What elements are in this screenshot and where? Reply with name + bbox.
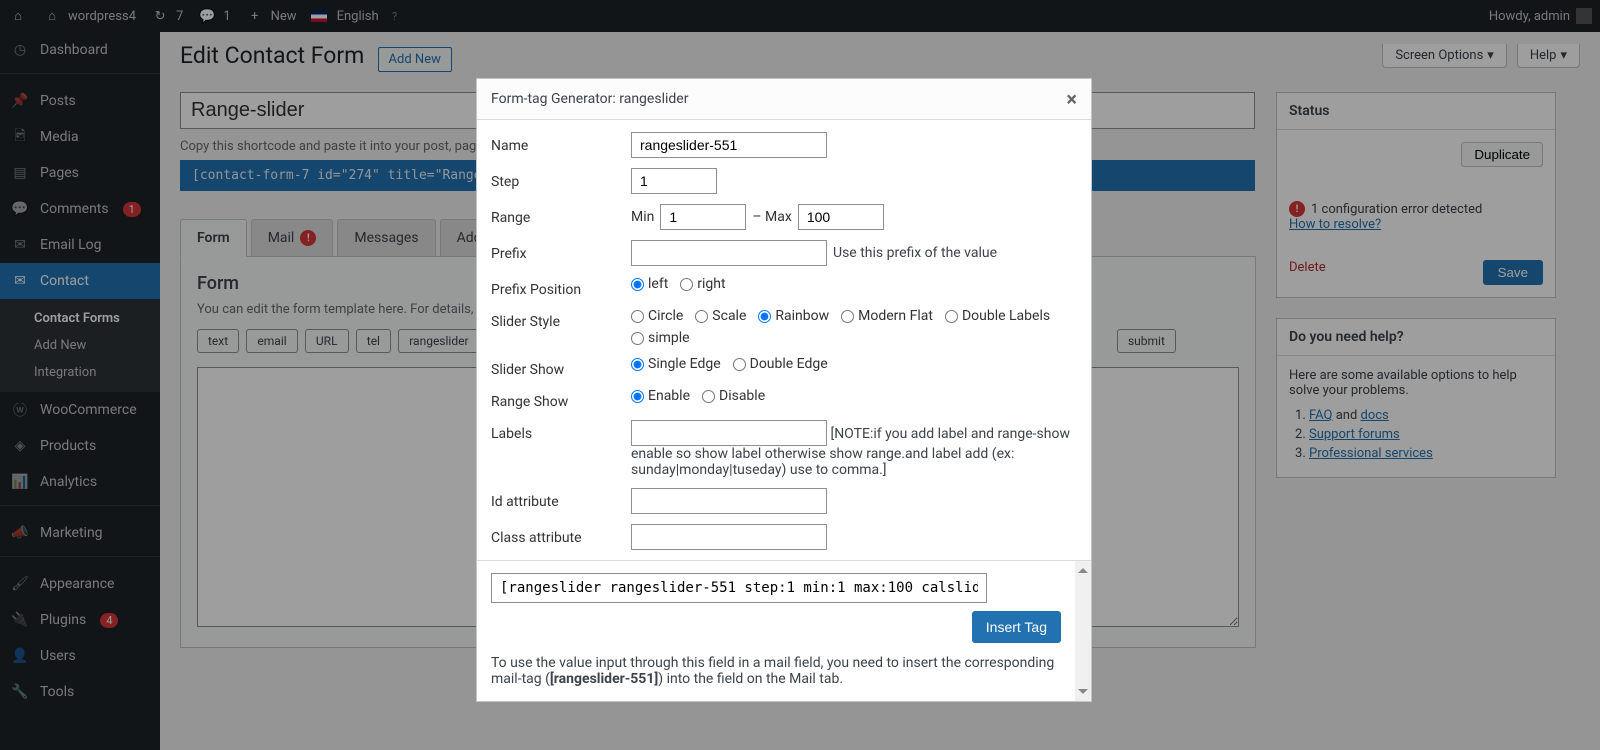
id-attribute-input[interactable] (631, 488, 827, 514)
radio-input[interactable] (631, 310, 644, 323)
mail-tag-bold: [rangeslider-551] (550, 671, 658, 687)
radio-right-input[interactable] (680, 278, 693, 291)
radio-enable[interactable]: Enable (631, 388, 690, 404)
radio-scale[interactable]: Scale (695, 308, 746, 324)
radio-double-edge[interactable]: Double Edge (733, 356, 828, 372)
radio-label-text: Modern Flat (858, 308, 933, 324)
form-tag-generator-modal: Form-tag Generator: rangeslider × Name S… (476, 78, 1092, 702)
mail-tag-note: To use the value input through this fiel… (491, 643, 1061, 687)
label-slider-style: Slider Style (491, 308, 619, 330)
radio-label-text: Double Labels (962, 308, 1050, 324)
radio-rainbow[interactable]: Rainbow (758, 308, 829, 324)
mail-note-2: ) into the field on the Mail tab. (658, 671, 843, 687)
radio-label-text: Circle (648, 308, 683, 324)
radio-input[interactable] (841, 310, 854, 323)
class-attribute-input[interactable] (631, 524, 827, 550)
radio-input[interactable] (702, 390, 715, 403)
radio-simple[interactable]: simple (631, 330, 690, 346)
min-input[interactable] (660, 204, 746, 230)
radio-single-edge[interactable]: Single Edge (631, 356, 721, 372)
radio-label-text: Double Edge (750, 356, 828, 372)
radio-right[interactable]: right (680, 276, 725, 292)
tag-output-field[interactable] (491, 573, 987, 603)
label-prefix-position: Prefix Position (491, 276, 619, 298)
label-slider-show: Slider Show (491, 356, 619, 378)
radio-label-text: Enable (648, 388, 690, 404)
radio-input[interactable] (631, 358, 644, 371)
close-icon[interactable]: × (1066, 87, 1077, 111)
radio-input[interactable] (945, 310, 958, 323)
label-labels: Labels (491, 420, 619, 442)
labels-input[interactable] (631, 420, 827, 446)
label-class-attribute: Class attribute (491, 524, 619, 546)
name-input[interactable] (631, 132, 827, 158)
modal-title: Form-tag Generator: rangeslider (491, 91, 688, 107)
radio-label-text: right (697, 276, 725, 292)
max-input[interactable] (798, 204, 884, 230)
modal-footer: Insert Tag To use the value input throug… (477, 560, 1091, 701)
radio-input[interactable] (631, 332, 644, 345)
modal-header: Form-tag Generator: rangeslider × (477, 79, 1091, 120)
label-range-show: Range Show (491, 388, 619, 410)
radio-label-text: simple (648, 330, 690, 346)
prefix-input[interactable] (631, 240, 827, 266)
label-step: Step (491, 168, 619, 190)
radio-input[interactable] (695, 310, 708, 323)
label-name: Name (491, 132, 619, 154)
radio-circle[interactable]: Circle (631, 308, 683, 324)
radio-left-input[interactable] (631, 278, 644, 291)
step-input[interactable] (631, 168, 717, 194)
radio-input[interactable] (733, 358, 746, 371)
radio-input[interactable] (758, 310, 771, 323)
label-range: Range (491, 204, 619, 226)
radio-disable[interactable]: Disable (702, 388, 765, 404)
min-label: Min (631, 209, 654, 225)
label-prefix: Prefix (491, 240, 619, 262)
radio-double-labels[interactable]: Double Labels (945, 308, 1050, 324)
radio-label-text: Scale (712, 308, 746, 324)
max-label: – Max (752, 209, 791, 225)
radio-label-text: Disable (719, 388, 765, 404)
scrollbar[interactable] (1075, 561, 1091, 701)
radio-input[interactable] (631, 390, 644, 403)
radio-left[interactable]: left (631, 276, 668, 292)
insert-tag-button[interactable]: Insert Tag (972, 611, 1061, 643)
label-id-attribute: Id attribute (491, 488, 619, 510)
radio-modern[interactable]: Modern Flat (841, 308, 933, 324)
radio-label-text: Rainbow (775, 308, 829, 324)
prefix-hint: Use this prefix of the value (833, 245, 997, 261)
radio-label-text: Single Edge (648, 356, 721, 372)
radio-label-text: left (648, 276, 668, 292)
